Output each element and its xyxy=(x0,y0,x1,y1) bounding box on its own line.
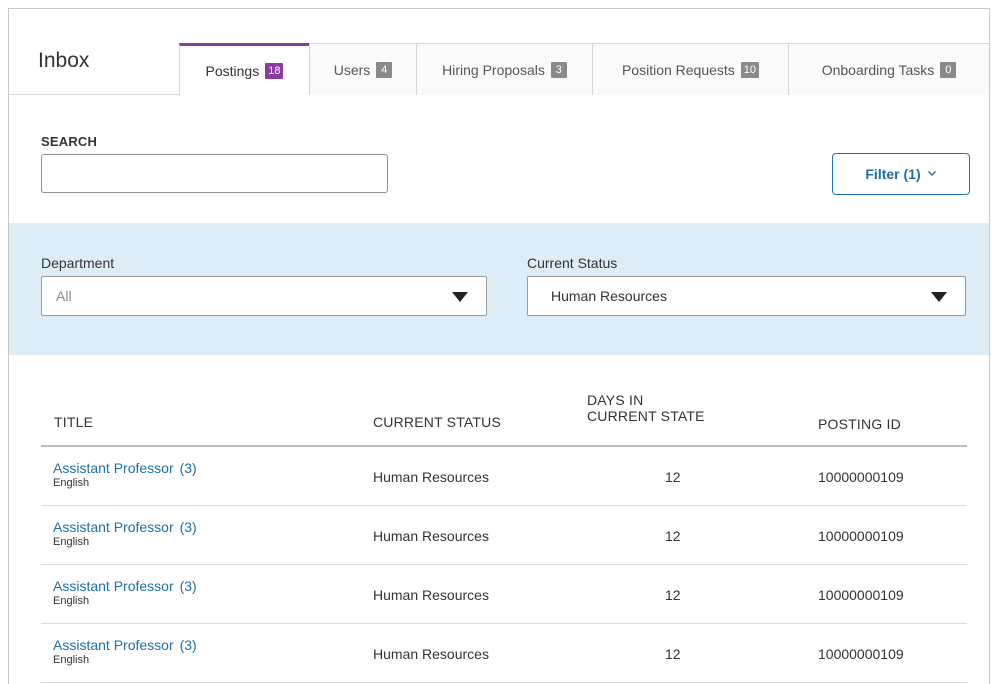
count-badge: 4 xyxy=(376,61,393,78)
posting-title-link[interactable]: Assistant Professor xyxy=(53,578,174,594)
search-input[interactable] xyxy=(41,154,388,193)
status-cell: Human Resources xyxy=(373,646,489,662)
inbox-header: Inbox Postings 18 Users 4 Hiring Proposa… xyxy=(9,9,989,96)
department-label: Department xyxy=(41,255,115,271)
title-cell: Assistant Professor (3) English xyxy=(53,578,197,607)
table-row: Assistant Professor (3) English Human Res… xyxy=(41,506,967,565)
department-select[interactable]: All xyxy=(41,276,487,316)
column-header-days-in-current-state: DAYS IN CURRENT STATE xyxy=(587,392,705,424)
posting-id-cell: 10000000109 xyxy=(818,528,904,544)
tab-label: Hiring Proposals xyxy=(442,61,545,78)
posting-title-link[interactable]: Assistant Professor xyxy=(53,460,174,476)
filter-panel: Department All Current Status Human Reso… xyxy=(9,223,989,355)
count-badge: 10 xyxy=(740,61,760,78)
current-status-label: Current Status xyxy=(527,255,618,271)
tab-label: Position Requests xyxy=(621,61,735,78)
applicant-count[interactable]: (3) xyxy=(180,460,197,476)
days-cell: 12 xyxy=(665,646,681,662)
status-cell: Human Resources xyxy=(373,469,489,485)
days-cell: 12 xyxy=(665,587,681,603)
tab-postings[interactable]: Postings 18 xyxy=(179,43,309,96)
tab-onboarding-tasks[interactable]: Onboarding Tasks 0 xyxy=(788,43,989,95)
page-title: Inbox xyxy=(38,49,90,72)
inbox-panel: Inbox Postings 18 Users 4 Hiring Proposa… xyxy=(8,8,990,684)
days-cell: 12 xyxy=(665,528,681,544)
table-row: Assistant Professor (3) English Human Res… xyxy=(41,624,967,683)
dropdown-arrow-icon xyxy=(931,292,947,302)
posting-id-cell: 10000000109 xyxy=(818,587,904,603)
days-cell: 12 xyxy=(665,469,681,485)
table-row: Assistant Professor (3) English Human Res… xyxy=(41,447,967,506)
applicant-count[interactable]: (3) xyxy=(180,637,197,653)
column-header-line: DAYS IN xyxy=(587,392,644,408)
posting-id-cell: 10000000109 xyxy=(818,646,904,662)
posting-title-link[interactable]: Assistant Professor xyxy=(53,519,174,535)
table-row: Assistant Professor (3) English Human Res… xyxy=(41,565,967,624)
filter-button-label: Filter (1) xyxy=(865,166,921,182)
count-badge: 18 xyxy=(265,63,284,79)
column-header-posting-id: POSTING ID xyxy=(818,416,901,432)
current-status-select[interactable]: Human Resources xyxy=(527,276,966,316)
department-name: English xyxy=(53,536,90,548)
department-name: English xyxy=(53,477,90,489)
department-name: English xyxy=(53,654,90,666)
count-badge: 0 xyxy=(940,61,957,78)
posting-id-cell: 10000000109 xyxy=(818,469,904,485)
current-status-value: Human Resources xyxy=(551,288,667,304)
status-cell: Human Resources xyxy=(373,587,489,603)
tab-label: Users xyxy=(333,61,371,78)
tab-hiring-proposals[interactable]: Hiring Proposals 3 xyxy=(416,43,592,95)
title-cell: Assistant Professor (3) English xyxy=(53,519,197,548)
status-cell: Human Resources xyxy=(373,528,489,544)
chevron-down-icon xyxy=(927,171,936,176)
column-header-title: TITLE xyxy=(54,414,94,430)
title-cell: Assistant Professor (3) English xyxy=(53,637,197,666)
count-badge: 3 xyxy=(550,61,567,78)
department-name: English xyxy=(53,595,90,607)
tab-label: Onboarding Tasks xyxy=(821,61,935,78)
department-value: All xyxy=(56,288,72,304)
title-cell: Assistant Professor (3) English xyxy=(53,460,197,489)
column-header-line: CURRENT STATE xyxy=(587,408,705,424)
column-header-current-status: CURRENT STATUS xyxy=(373,414,502,430)
tab-label: Postings xyxy=(205,63,260,79)
search-label: SEARCH xyxy=(41,134,98,149)
filter-button[interactable]: Filter (1) xyxy=(832,153,970,195)
applicant-count[interactable]: (3) xyxy=(180,578,197,594)
tab-bar: Postings 18 Users 4 Hiring Proposals 3 P… xyxy=(179,43,989,96)
tab-position-requests[interactable]: Position Requests 10 xyxy=(592,43,788,95)
dropdown-arrow-icon xyxy=(452,292,468,302)
applicant-count[interactable]: (3) xyxy=(180,519,197,535)
tab-users[interactable]: Users 4 xyxy=(309,43,416,95)
posting-title-link[interactable]: Assistant Professor xyxy=(53,637,174,653)
